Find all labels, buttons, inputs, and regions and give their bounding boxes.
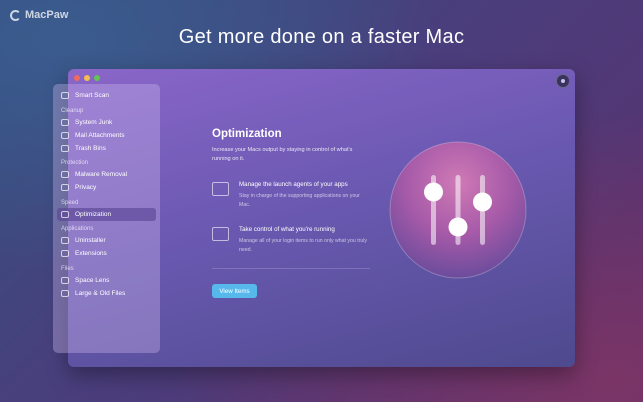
launch-agents-icon bbox=[212, 182, 229, 196]
smart-scan-icon bbox=[61, 92, 69, 99]
sidebar-item-label: Extensions bbox=[75, 250, 107, 257]
window-controls bbox=[74, 75, 100, 81]
sidebar-item-space-lens[interactable]: Space Lens bbox=[57, 274, 156, 287]
mail-icon bbox=[61, 131, 69, 139]
slider-knob-left bbox=[424, 182, 443, 202]
sidebar-section-speed: Speed bbox=[61, 199, 79, 206]
sidebar-section-files: Files bbox=[61, 265, 74, 272]
brand-logo: MacPaw bbox=[10, 9, 68, 21]
sidebar-item-uninstaller[interactable]: Uninstaller bbox=[57, 234, 156, 247]
folder-icon bbox=[61, 289, 69, 297]
sidebar-section-applications: Applications bbox=[61, 226, 94, 232]
sidebar-item-large-old-files[interactable]: Large & Old Files bbox=[57, 287, 156, 300]
sidebar-item-optimization[interactable]: Optimization bbox=[57, 207, 156, 221]
close-window-button[interactable] bbox=[74, 75, 80, 81]
sidebar-item-label: System Junk bbox=[75, 118, 113, 126]
sidebar-item-label: Malware Removal bbox=[75, 171, 128, 178]
sidebar-item-label: Large & Old Files bbox=[75, 289, 126, 297]
macpaw-logo-icon bbox=[10, 9, 21, 21]
optimization-sliders-illustration bbox=[389, 141, 527, 279]
assistant-button[interactable] bbox=[556, 74, 570, 88]
feature-title: Take control of what you're running bbox=[239, 226, 335, 233]
sidebar-item-smart-scan[interactable]: Smart Scan bbox=[57, 89, 156, 102]
zoom-window-button[interactable] bbox=[94, 75, 100, 81]
sidebar-item-label: Smart Scan bbox=[75, 92, 109, 99]
sidebar-item-label: Trash Bins bbox=[75, 144, 106, 152]
content-divider bbox=[212, 268, 370, 269]
page-description: Increase your Macs output by staying in … bbox=[212, 147, 353, 162]
minimize-window-button[interactable] bbox=[84, 75, 90, 81]
assistant-dot-icon bbox=[561, 79, 565, 83]
sidebar-item-label: Privacy bbox=[75, 184, 97, 191]
sidebar-item-malware-removal[interactable]: Malware Removal bbox=[57, 168, 156, 181]
trash-icon bbox=[61, 144, 69, 152]
sidebar: Smart Scan Cleanup System Junk Mail Atta… bbox=[53, 84, 160, 353]
sliders-icon bbox=[61, 210, 69, 218]
sidebar-item-label: Optimization bbox=[75, 210, 112, 218]
page-headline: Get more done on a faster Mac bbox=[178, 26, 465, 48]
sidebar-section-cleanup: Cleanup bbox=[61, 107, 84, 114]
feature-description: Stay in charge of the supporting applica… bbox=[239, 193, 360, 208]
view-items-button[interactable]: View Items bbox=[212, 284, 257, 298]
sidebar-item-label: Uninstaller bbox=[75, 237, 106, 244]
sidebar-item-extensions[interactable]: Extensions bbox=[57, 247, 156, 260]
slider-knob-right bbox=[473, 192, 492, 212]
malware-icon bbox=[61, 171, 69, 178]
feature-title: Manage the launch agents of your apps bbox=[239, 181, 348, 188]
sidebar-section-protection: Protection bbox=[61, 160, 89, 166]
sidebar-item-mail-attachments[interactable]: Mail Attachments bbox=[57, 129, 156, 142]
sidebar-item-privacy[interactable]: Privacy bbox=[57, 181, 156, 194]
feature-launch-agents: Manage the launch agents of your apps St… bbox=[212, 181, 372, 209]
feature-login-items: Take control of what you're running Mana… bbox=[212, 226, 372, 254]
sidebar-item-label: Space Lens bbox=[75, 276, 110, 284]
module-header: Optimization Increase your Macs output b… bbox=[212, 128, 372, 163]
page-title: Optimization bbox=[212, 128, 282, 140]
feature-description: Manage all of your login items to run on… bbox=[239, 238, 368, 253]
sidebar-item-system-junk[interactable]: System Junk bbox=[57, 116, 156, 129]
extensions-icon bbox=[61, 250, 69, 257]
sidebar-item-label: Mail Attachments bbox=[75, 131, 125, 139]
space-lens-icon bbox=[61, 276, 69, 284]
brand-name: MacPaw bbox=[25, 9, 69, 21]
slider-knob-middle bbox=[448, 217, 468, 237]
activity-chart-icon bbox=[212, 227, 229, 241]
privacy-hand-icon bbox=[61, 184, 69, 191]
uninstaller-icon bbox=[61, 237, 69, 244]
sidebar-item-trash-bins[interactable]: Trash Bins bbox=[57, 142, 156, 155]
system-junk-icon bbox=[61, 118, 69, 126]
